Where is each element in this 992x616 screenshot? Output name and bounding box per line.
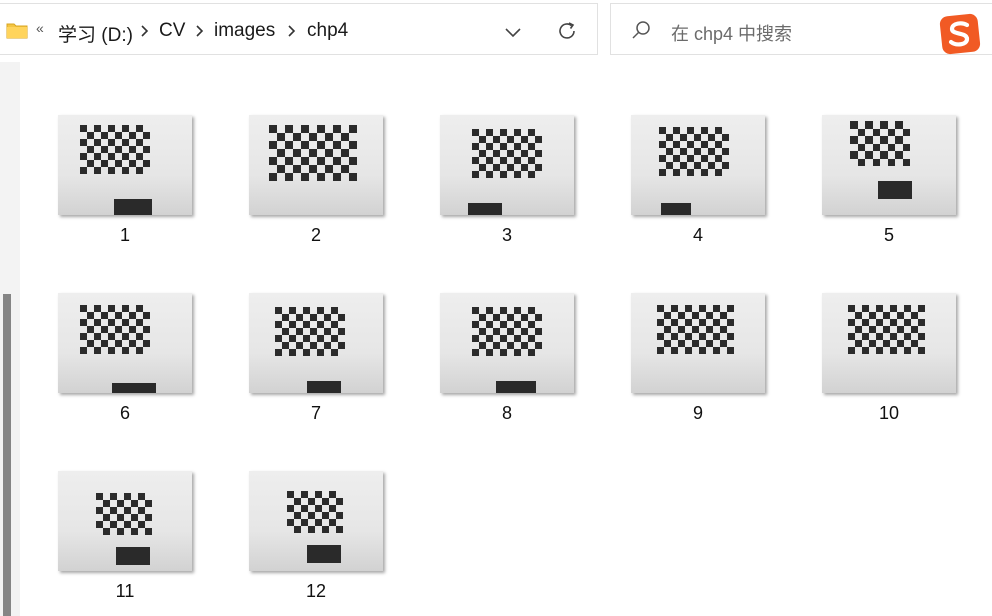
refresh-icon[interactable] (556, 20, 578, 42)
file-name: 7 (310, 403, 321, 423)
image-thumbnail[interactable] (249, 115, 383, 215)
monitor-shape (468, 203, 502, 215)
breadcrumb-images[interactable]: images (214, 20, 275, 42)
image-thumbnail[interactable] (631, 115, 765, 215)
sogou-ime-icon[interactable] (938, 12, 982, 56)
search-box[interactable]: 在 chp4 中搜索 (610, 3, 992, 55)
file-name: 4 (692, 225, 703, 245)
breadcrumb-drive[interactable]: 学习 (D:) (58, 20, 133, 47)
file-item[interactable]: 5 (822, 115, 956, 245)
file-name: 8 (501, 403, 512, 423)
address-bar[interactable]: « 学习 (D:) CV images chp4 (0, 3, 598, 55)
breadcrumb-chp4[interactable]: chp4 (307, 20, 348, 42)
file-item[interactable]: 9 (631, 293, 765, 423)
chevron-right-icon[interactable] (286, 24, 296, 38)
navigation-pane (0, 62, 20, 616)
scrollbar-thumb[interactable] (3, 294, 11, 616)
monitor-shape (661, 203, 691, 215)
breadcrumb-cv[interactable]: CV (159, 20, 185, 42)
file-name: 11 (115, 581, 135, 601)
monitor-shape (496, 381, 536, 393)
file-item[interactable]: 8 (440, 293, 574, 423)
monitor-shape (114, 199, 152, 215)
image-thumbnail[interactable] (440, 293, 574, 393)
image-thumbnail[interactable] (58, 293, 192, 393)
image-thumbnail[interactable] (822, 293, 956, 393)
monitor-shape (112, 383, 156, 393)
chevron-right-icon[interactable] (139, 24, 149, 38)
file-item[interactable]: 7 (249, 293, 383, 423)
folder-icon (6, 23, 28, 39)
monitor-shape (307, 545, 341, 563)
file-grid: 1 2 3 4 5 6 7 8 9 10 11 12 (22, 62, 992, 616)
file-item[interactable]: 10 (822, 293, 956, 423)
image-thumbnail[interactable] (822, 115, 956, 215)
file-name: 9 (692, 403, 703, 423)
file-name: 2 (310, 225, 321, 245)
search-input[interactable]: 在 chp4 中搜索 (671, 20, 792, 46)
chevron-down-icon[interactable] (504, 26, 522, 38)
file-name: 1 (119, 225, 130, 245)
chevron-right-icon[interactable] (194, 24, 204, 38)
file-item[interactable]: 1 (58, 115, 192, 245)
image-thumbnail[interactable] (249, 471, 383, 571)
image-thumbnail[interactable] (440, 115, 574, 215)
top-bar: « 学习 (D:) CV images chp4 在 chp4 中搜索 (0, 0, 992, 62)
image-thumbnail[interactable] (58, 115, 192, 215)
file-item[interactable]: 2 (249, 115, 383, 245)
file-item[interactable]: 12 (249, 471, 383, 601)
monitor-shape (307, 381, 341, 393)
search-icon (632, 21, 650, 39)
file-item[interactable]: 11 (58, 471, 192, 601)
image-thumbnail[interactable] (249, 293, 383, 393)
monitor-shape (116, 547, 150, 565)
monitor-shape (878, 181, 912, 199)
file-name: 5 (883, 225, 894, 245)
file-item[interactable]: 6 (58, 293, 192, 423)
file-name: 3 (501, 225, 512, 245)
image-thumbnail[interactable] (631, 293, 765, 393)
file-item[interactable]: 3 (440, 115, 574, 245)
overflow-chevron[interactable]: « (36, 20, 44, 36)
image-thumbnail[interactable] (58, 471, 192, 571)
file-name: 10 (878, 403, 900, 423)
file-name: 6 (119, 403, 130, 423)
file-item[interactable]: 4 (631, 115, 765, 245)
file-name: 12 (305, 581, 327, 601)
